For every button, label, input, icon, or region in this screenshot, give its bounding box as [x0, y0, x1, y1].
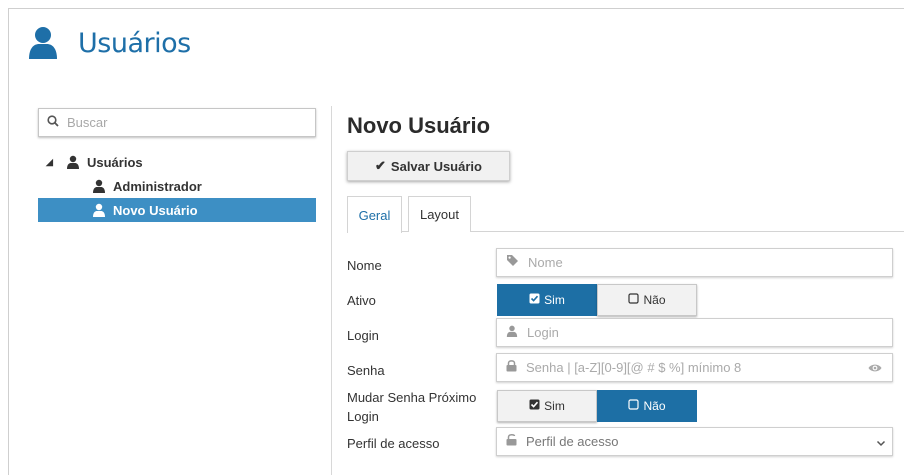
search-icon: [47, 114, 59, 132]
nome-field[interactable]: [496, 248, 893, 277]
ativo-sim-label: Sim: [544, 293, 565, 307]
user-tree: ◢ Usuários Administrador Novo Usuário: [38, 150, 316, 222]
user-icon: [66, 155, 80, 169]
search-box[interactable]: [38, 108, 316, 137]
tab-bar: Geral Layout: [347, 196, 904, 233]
nome-label: Nome: [347, 258, 382, 273]
checked-square-icon: [529, 399, 540, 413]
user-icon: [506, 324, 518, 342]
user-icon: [92, 203, 106, 217]
senha-input[interactable]: [526, 360, 846, 375]
checked-square-icon: [529, 293, 540, 307]
mudar-senha-nao-option[interactable]: Não: [597, 390, 697, 422]
senha-field[interactable]: [496, 353, 893, 382]
ativo-nao-option[interactable]: Não: [597, 284, 697, 316]
tree-item-novo-usuario[interactable]: Novo Usuário: [38, 198, 316, 222]
tree-item-usuarios[interactable]: ◢ Usuários: [38, 150, 316, 174]
ativo-label: Ativo: [347, 293, 376, 308]
save-user-label: Salvar Usuário: [390, 158, 482, 174]
page-header-title: Usuários: [78, 27, 191, 59]
user-icon: [92, 179, 106, 193]
app-header: Usuários: [28, 26, 191, 60]
perfil-select[interactable]: Perfil de acesso: [496, 427, 893, 456]
page-title: Novo Usuário: [347, 113, 491, 138]
perfil-label: Perfil de acesso: [347, 436, 440, 451]
ativo-sim-option[interactable]: Sim: [497, 284, 597, 316]
mudar-senha-sim-label: Sim: [544, 399, 565, 413]
tree-item-label: Novo Usuário: [113, 202, 198, 218]
login-field[interactable]: [496, 318, 893, 347]
mudar-senha-nao-label: Não: [643, 399, 666, 413]
tree-item-label: Usuários: [87, 154, 143, 170]
mudar-senha-toggle[interactable]: Sim Não: [497, 390, 697, 422]
eye-icon[interactable]: [868, 361, 882, 379]
ativo-toggle[interactable]: Sim Não: [497, 284, 697, 316]
ativo-nao-label: Não: [643, 293, 666, 307]
chevron-down-icon[interactable]: [876, 435, 886, 453]
empty-square-icon: [628, 293, 640, 307]
empty-square-icon: [628, 399, 640, 413]
tree-item-administrador[interactable]: Administrador: [38, 174, 316, 198]
user-icon: [28, 26, 58, 60]
save-user-button[interactable]: ✔ Salvar Usuário: [347, 151, 510, 181]
nome-input[interactable]: [528, 255, 848, 270]
login-input[interactable]: [527, 325, 847, 340]
search-input[interactable]: [67, 115, 297, 130]
mudar-senha-label: Mudar Senha Próximo Login: [347, 390, 477, 424]
check-icon: ✔: [375, 158, 386, 173]
tab-layout[interactable]: Layout: [408, 196, 471, 232]
lock-icon: [506, 359, 517, 377]
caret-down-icon[interactable]: ◢: [46, 157, 56, 168]
login-label: Login: [347, 328, 379, 343]
senha-label: Senha: [347, 363, 385, 378]
perfil-value: Perfil de acesso: [526, 434, 619, 449]
unlock-icon: [506, 433, 517, 451]
tree-item-label: Administrador: [113, 178, 202, 194]
mudar-senha-sim-option[interactable]: Sim: [497, 390, 597, 422]
tab-geral[interactable]: Geral: [347, 196, 402, 233]
panel-divider: [331, 106, 332, 475]
tag-icon: [506, 254, 519, 272]
